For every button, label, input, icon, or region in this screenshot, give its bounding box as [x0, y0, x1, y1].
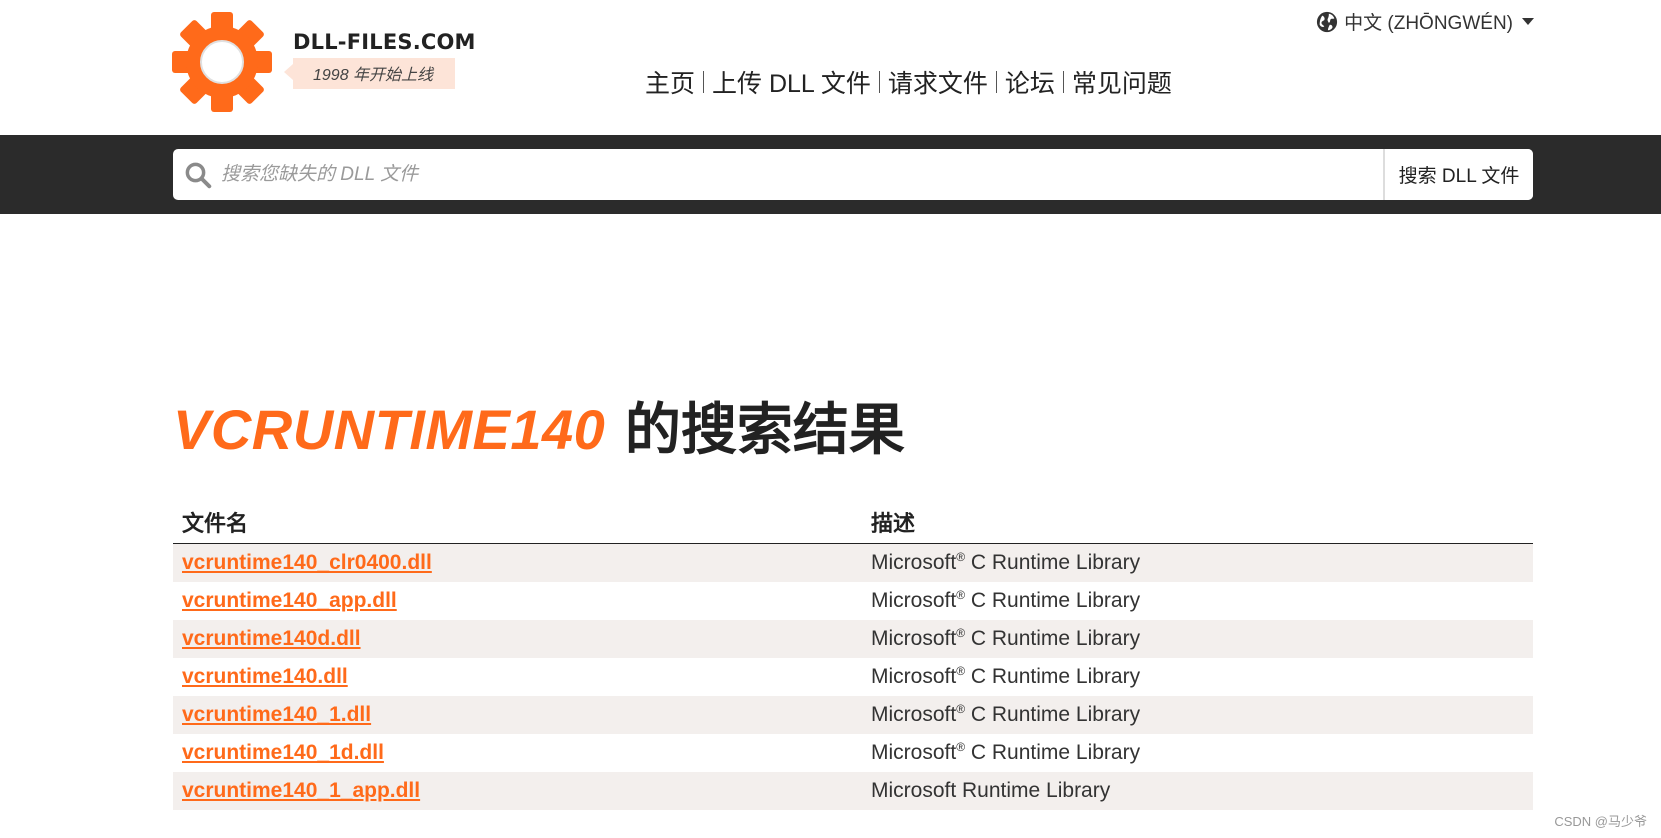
table-row: vcruntime140_clr0400.dll Microsoft® C Ru…	[173, 543, 1533, 582]
results-title: VCRUNTIME140 的搜索结果	[173, 396, 905, 465]
description-cell: Microsoft® C Runtime Library	[862, 734, 1533, 772]
file-link[interactable]: vcruntime140.dll	[182, 665, 348, 688]
description-cell: Microsoft® C Runtime Library	[862, 658, 1533, 696]
brand-tagline: 1998 年开始上线	[283, 58, 456, 89]
nav-upload-dll[interactable]: 上传 DLL 文件	[712, 64, 871, 100]
brand[interactable]: DLL-FILES.COM 1998 年开始上线	[283, 30, 476, 89]
language-selector[interactable]: 中文 (ZHŌNGWÉN)	[1316, 8, 1534, 35]
column-header-filename: 文件名	[173, 502, 862, 544]
page: DLL-FILES.COM 1998 年开始上线 中文 (ZHŌNGWÉN) 主…	[0, 0, 1661, 838]
table-header-row: 文件名 描述	[173, 502, 1533, 544]
brand-name[interactable]: DLL-FILES.COM	[293, 30, 476, 54]
table-row: vcruntime140_1d.dll Microsoft® C Runtime…	[173, 734, 1533, 772]
file-link[interactable]: vcruntime140d.dll	[182, 627, 361, 650]
search-bar: 搜索 DLL 文件	[0, 135, 1661, 214]
registered-mark: ®	[956, 664, 966, 678]
search-box: 搜索 DLL 文件	[173, 149, 1533, 200]
description-text: Microsoft	[871, 627, 957, 650]
description-cell: Microsoft® C Runtime Library	[862, 543, 1533, 582]
file-cell: vcruntime140_clr0400.dll	[173, 543, 862, 582]
file-cell: vcruntime140_app.dll	[173, 582, 862, 620]
description-text: Microsoft	[871, 665, 957, 688]
search-input[interactable]	[213, 149, 1383, 200]
globe-icon	[1317, 11, 1338, 32]
registered-mark: ®	[956, 702, 966, 716]
chevron-down-icon	[1522, 18, 1534, 25]
description-text: C Runtime Library	[965, 665, 1141, 688]
description-text: C Runtime Library	[965, 627, 1141, 650]
file-cell: vcruntime140d.dll	[173, 620, 862, 658]
nav-separator	[995, 71, 997, 93]
nav-request-file[interactable]: 请求文件	[888, 64, 988, 100]
results-query: VCRUNTIME140	[173, 398, 606, 461]
nav-separator	[703, 71, 705, 93]
language-label: 中文 (ZHŌNGWÉN)	[1344, 13, 1513, 34]
registered-mark: ®	[956, 550, 966, 564]
search-button[interactable]: 搜索 DLL 文件	[1383, 149, 1533, 200]
file-link[interactable]: vcruntime140_app.dll	[182, 589, 397, 612]
description-cell: Microsoft® C Runtime Library	[862, 696, 1533, 734]
description-text: C Runtime Library	[965, 551, 1141, 574]
description-text: Microsoft	[871, 551, 957, 574]
column-header-description: 描述	[862, 502, 1533, 544]
site-header: DLL-FILES.COM 1998 年开始上线 中文 (ZHŌNGWÉN) 主…	[0, 0, 1661, 135]
description-text: Microsoft	[871, 741, 957, 764]
nav-separator	[878, 71, 880, 93]
watermark: CSDN @马少爷	[1554, 814, 1647, 829]
registered-mark: ®	[956, 740, 966, 754]
file-cell: vcruntime140_1d.dll	[173, 734, 862, 772]
file-link[interactable]: vcruntime140_1_app.dll	[182, 779, 420, 802]
table-row: vcruntime140.dll Microsoft® C Runtime Li…	[173, 658, 1533, 696]
file-cell: vcruntime140_1.dll	[173, 696, 862, 734]
file-cell: vcruntime140.dll	[173, 658, 862, 696]
description-text: C Runtime Library	[965, 589, 1141, 612]
nav-forum[interactable]: 论坛	[1005, 64, 1055, 100]
file-link[interactable]: vcruntime140_1d.dll	[182, 741, 384, 764]
search-icon	[185, 162, 212, 188]
nav-separator	[1062, 71, 1064, 93]
registered-mark: ®	[956, 626, 966, 640]
description-text: C Runtime Library	[965, 703, 1141, 726]
table-row: vcruntime140_1.dll Microsoft® C Runtime …	[173, 696, 1533, 734]
file-link[interactable]: vcruntime140_clr0400.dll	[182, 551, 432, 574]
description-cell: Microsoft Runtime Library	[862, 772, 1533, 810]
description-text: Microsoft Runtime Library	[871, 779, 1111, 802]
registered-mark: ®	[956, 588, 966, 602]
table-row: vcruntime140_1_app.dll Microsoft Runtime…	[173, 772, 1533, 810]
description-text: C Runtime Library	[965, 741, 1141, 764]
nav-faq[interactable]: 常见问题	[1072, 64, 1172, 100]
description-text: Microsoft	[871, 703, 957, 726]
description-text: Microsoft	[871, 589, 957, 612]
description-cell: Microsoft® C Runtime Library	[862, 582, 1533, 620]
main-nav: 主页 上传 DLL 文件 请求文件 论坛 常见问题	[645, 64, 1172, 100]
nav-home[interactable]: 主页	[645, 64, 695, 100]
description-cell: Microsoft® C Runtime Library	[862, 620, 1533, 658]
file-cell: vcruntime140_1_app.dll	[173, 772, 862, 810]
results-table: 文件名 描述 vcruntime140_clr0400.dll Microsof…	[173, 502, 1533, 810]
gear-logo-icon[interactable]	[172, 12, 272, 112]
table-row: vcruntime140_app.dll Microsoft® C Runtim…	[173, 582, 1533, 620]
file-link[interactable]: vcruntime140_1.dll	[182, 703, 371, 726]
results-title-suffix: 的搜索结果	[605, 398, 905, 463]
table-row: vcruntime140d.dll Microsoft® C Runtime L…	[173, 620, 1533, 658]
